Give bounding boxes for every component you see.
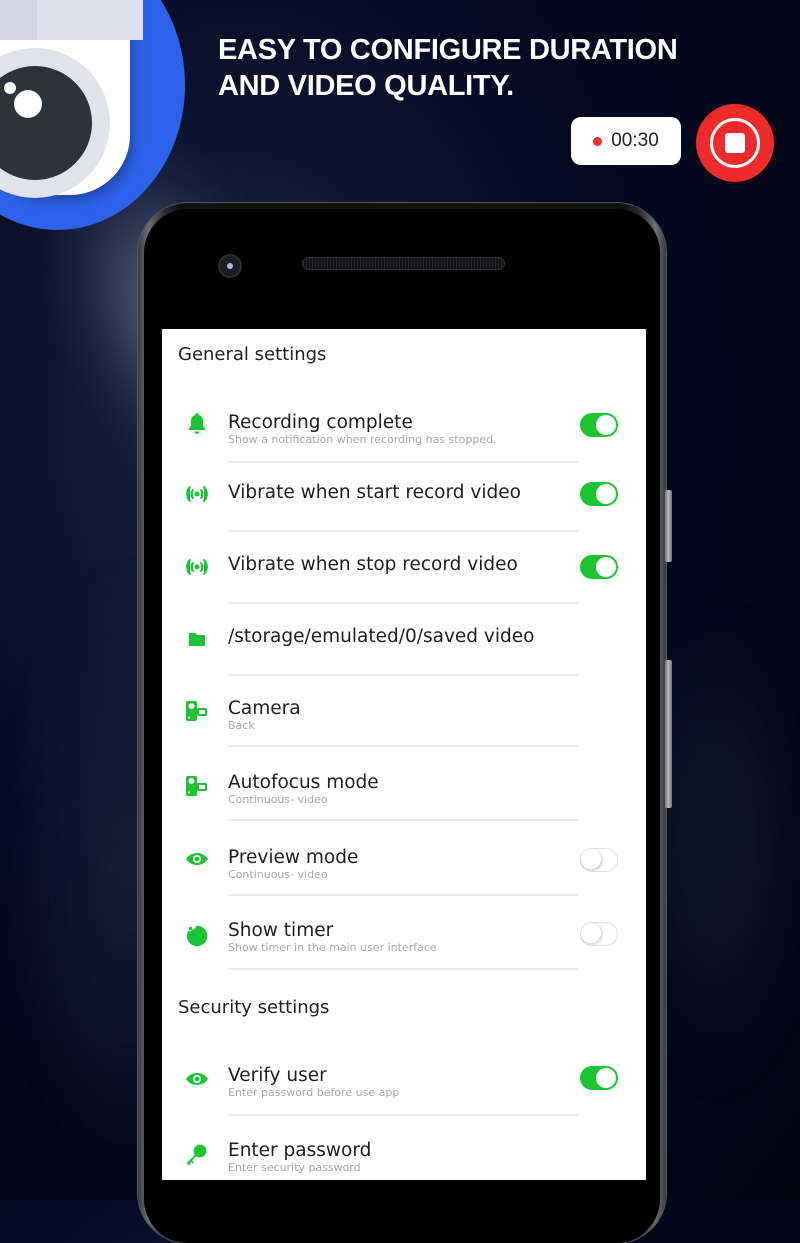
phone-power-button <box>665 490 672 562</box>
setting-title: Verify user <box>228 1065 327 1086</box>
divider <box>228 1114 578 1116</box>
security-settings-header: Security settings <box>178 997 330 1018</box>
stop-icon <box>710 118 760 168</box>
setting-camera[interactable]: Camera Back <box>162 681 646 753</box>
logo-lens-highlight <box>14 90 42 118</box>
divider <box>228 602 578 604</box>
setting-subtitle: Enter password before use app <box>228 1086 400 1099</box>
setting-title: Recording complete <box>228 412 413 433</box>
divider <box>228 894 578 896</box>
show-timer-toggle[interactable] <box>580 922 618 946</box>
recording-complete-toggle[interactable] <box>580 413 618 437</box>
logo-lens-highlight-small <box>4 82 16 94</box>
setting-title: Preview mode <box>228 847 359 868</box>
setting-title: Show timer <box>228 920 334 941</box>
folder-icon <box>184 626 210 652</box>
divider <box>228 530 578 532</box>
setting-title: Enter password <box>228 1140 372 1161</box>
setting-preview-mode[interactable]: Preview mode Continuous- video <box>162 829 646 901</box>
divider <box>228 461 578 463</box>
vibrate-start-toggle[interactable] <box>580 482 618 506</box>
eye-icon <box>184 846 210 872</box>
vibrate-stop-toggle[interactable] <box>580 555 618 579</box>
setting-verify-user[interactable]: Verify user Enter password before use ap… <box>162 1047 646 1119</box>
setting-save-location[interactable]: /storage/emulated/0/saved video <box>162 609 646 681</box>
stop-record-button[interactable] <box>696 104 774 182</box>
setting-subtitle: Show a notification when recording has s… <box>228 433 497 446</box>
setting-title: Camera <box>228 698 301 719</box>
settings-screen: General settings Recording complete Show… <box>162 329 646 1180</box>
setting-title: Vibrate when start record video <box>228 482 521 503</box>
vibrate-icon <box>184 554 210 580</box>
stop-square <box>725 133 745 153</box>
front-camera <box>218 254 242 278</box>
video-camera-icon <box>184 773 210 799</box>
eye-icon <box>184 1066 210 1092</box>
setting-autofocus-mode[interactable]: Autofocus mode Continuous- video <box>162 754 646 826</box>
setting-recording-complete[interactable]: Recording complete Show a notification w… <box>162 393 646 465</box>
setting-enter-password[interactable]: Enter password Enter security password <box>162 1122 646 1180</box>
recording-dot-icon <box>593 136 603 146</box>
headline-line-1: EASY TO CONFIGURE DURATION <box>218 34 678 66</box>
setting-subtitle: Back <box>228 719 255 732</box>
divider <box>228 968 578 970</box>
setting-vibrate-stop[interactable]: Vibrate when stop record video <box>162 537 646 609</box>
setting-subtitle: Continuous- video <box>228 793 328 806</box>
timer-value: 00:30 <box>611 130 659 151</box>
setting-title: /storage/emulated/0/saved video <box>228 626 535 647</box>
preview-mode-toggle[interactable] <box>580 848 618 872</box>
headline-line-2: AND VIDEO QUALITY. <box>218 70 514 102</box>
timer-icon <box>184 922 210 948</box>
setting-vibrate-start[interactable]: Vibrate when start record video <box>162 465 646 537</box>
phone-volume-button <box>665 660 672 808</box>
setting-show-timer[interactable]: Show timer Show timer in the main user i… <box>162 902 646 974</box>
setting-title: Autofocus mode <box>228 772 379 793</box>
bell-icon <box>184 410 210 436</box>
setting-subtitle: Show timer in the main user interface <box>228 941 437 954</box>
divider <box>228 745 578 747</box>
general-settings-header: General settings <box>178 344 327 365</box>
promo-headline: EASY TO CONFIGURE DURATION AND VIDEO QUA… <box>218 32 678 104</box>
key-icon <box>184 1142 210 1168</box>
setting-title: Vibrate when stop record video <box>228 554 518 575</box>
setting-subtitle: Enter security password <box>228 1161 361 1174</box>
logo-camera-mount-shade <box>0 0 37 40</box>
verify-user-toggle[interactable] <box>580 1066 618 1090</box>
vibrate-icon <box>184 481 210 507</box>
divider <box>228 819 578 821</box>
setting-subtitle: Continuous- video <box>228 868 328 881</box>
video-camera-icon <box>184 698 210 724</box>
earpiece-speaker <box>302 257 505 270</box>
recording-timer: 00:30 <box>571 117 681 165</box>
divider <box>228 674 578 676</box>
